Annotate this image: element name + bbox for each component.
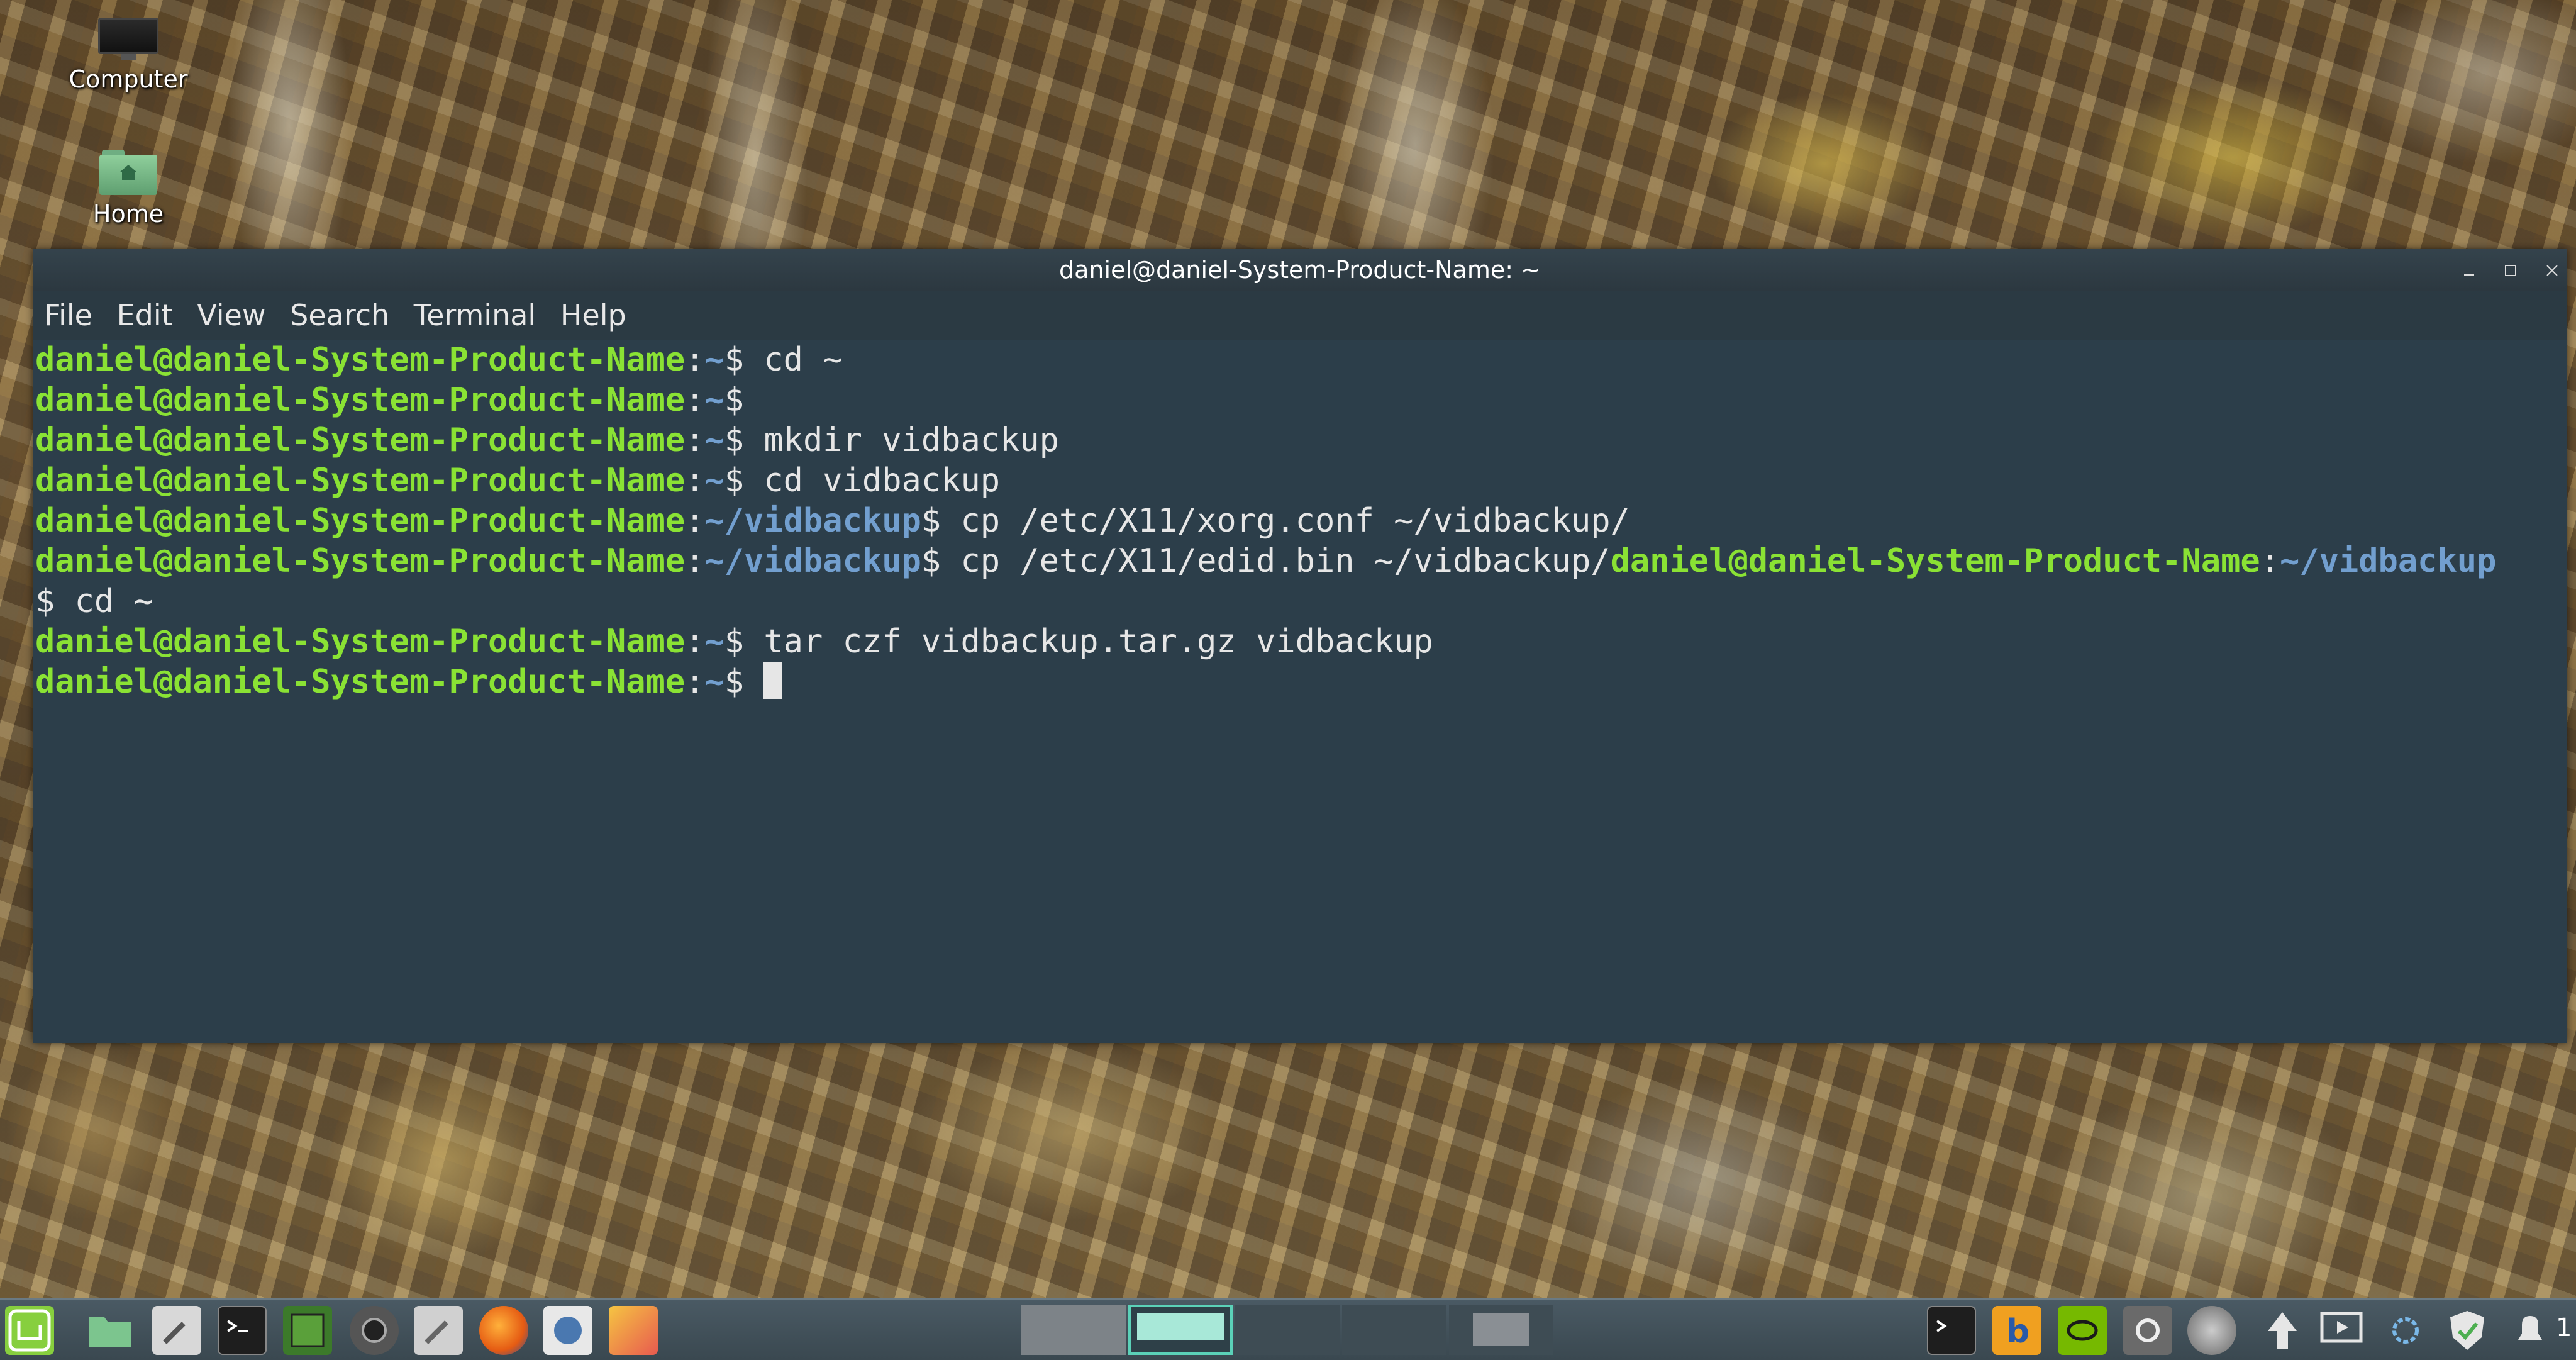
minimize-icon bbox=[2464, 274, 2474, 276]
workspace-5-button[interactable] bbox=[1449, 1305, 1553, 1355]
firefox-icon[interactable] bbox=[479, 1306, 528, 1355]
camera-icon[interactable] bbox=[350, 1306, 399, 1355]
close-icon bbox=[2546, 265, 2558, 276]
mail-icon[interactable] bbox=[543, 1306, 592, 1355]
terminal-line: daniel@daniel-System-Product-Name:~$ mkd… bbox=[35, 421, 1059, 459]
shield-check-icon[interactable] bbox=[2443, 1306, 2492, 1355]
terminal-line: daniel@daniel-System-Product-Name:~/vidb… bbox=[35, 542, 2497, 580]
terminal-line: daniel@daniel-System-Product-Name:~$ cd … bbox=[35, 341, 843, 379]
text-cursor bbox=[763, 662, 783, 699]
nvidia-icon[interactable] bbox=[2058, 1306, 2107, 1355]
menu-edit[interactable]: Edit bbox=[109, 291, 180, 340]
system-monitor-icon[interactable] bbox=[283, 1306, 332, 1355]
desktop-icon-home[interactable]: Home bbox=[65, 150, 191, 228]
svg-text:b: b bbox=[2006, 1313, 2029, 1351]
notification-count: 1 bbox=[2556, 1313, 2572, 1342]
terminal-line: daniel@daniel-System-Product-Name:~$ bbox=[35, 381, 764, 419]
color-app-icon[interactable] bbox=[609, 1306, 658, 1355]
terminal-line: daniel@daniel-System-Product-Name:~/vidb… bbox=[35, 502, 1630, 540]
close-button[interactable] bbox=[2533, 249, 2571, 291]
files-icon[interactable] bbox=[86, 1306, 135, 1355]
workspace-4-button[interactable] bbox=[1342, 1305, 1446, 1355]
desktop-icon-computer[interactable]: Computer bbox=[65, 18, 191, 93]
home-folder-icon bbox=[99, 150, 157, 195]
desktop-icon-label: Home bbox=[92, 200, 164, 228]
terminal-icon[interactable] bbox=[218, 1306, 267, 1355]
menu-file[interactable]: File bbox=[36, 291, 100, 340]
menu-bar: File Edit View Search Terminal Help bbox=[33, 291, 2567, 340]
settings-tray-icon[interactable] bbox=[2123, 1306, 2172, 1355]
update-arrow-icon[interactable] bbox=[2258, 1306, 2307, 1355]
terminal-line: daniel@daniel-System-Product-Name:~$ tar… bbox=[35, 623, 1433, 660]
maximize-button[interactable] bbox=[2492, 249, 2529, 291]
taskbar: b 1 bbox=[0, 1298, 2576, 1360]
terminal-window[interactable]: daniel@daniel-System-Product-Name: ~ Fil… bbox=[33, 249, 2567, 1043]
terminal-line: daniel@daniel-System-Product-Name:~$ cd … bbox=[35, 462, 1001, 499]
menu-view[interactable]: View bbox=[189, 291, 273, 340]
tools-icon[interactable] bbox=[414, 1306, 463, 1355]
terminal-tray-icon[interactable] bbox=[1927, 1306, 1976, 1355]
window-title: daniel@daniel-System-Product-Name: ~ bbox=[1059, 256, 1541, 284]
bluetooth-icon[interactable]: b bbox=[1992, 1306, 2041, 1355]
window-titlebar[interactable]: daniel@daniel-System-Product-Name: ~ bbox=[33, 249, 2567, 291]
menu-help[interactable]: Help bbox=[553, 291, 634, 340]
settings-tool-icon[interactable] bbox=[152, 1306, 201, 1355]
terminal-line: $ cd ~ bbox=[35, 582, 153, 620]
menu-search[interactable]: Search bbox=[282, 291, 397, 340]
workspace-2-button[interactable] bbox=[1128, 1305, 1233, 1355]
workspace-1-button[interactable] bbox=[1021, 1305, 1126, 1355]
minimize-button[interactable] bbox=[2450, 249, 2488, 291]
menu-terminal[interactable]: Terminal bbox=[406, 291, 543, 340]
terminal-output[interactable]: daniel@daniel-System-Product-Name:~$ cd … bbox=[33, 340, 2567, 1043]
maximize-icon bbox=[2505, 265, 2516, 276]
network-pro-icon[interactable] bbox=[2187, 1306, 2236, 1355]
desktop-icon-label: Computer bbox=[69, 65, 188, 93]
network-gear-icon[interactable] bbox=[2381, 1306, 2430, 1355]
screen-icon[interactable] bbox=[2317, 1306, 2366, 1355]
workspace-3-button[interactable] bbox=[1235, 1305, 1340, 1355]
mint-menu-icon[interactable] bbox=[5, 1306, 54, 1355]
terminal-line: daniel@daniel-System-Product-Name:~$ bbox=[35, 662, 783, 701]
computer-icon bbox=[98, 18, 158, 60]
notification-bell-icon[interactable] bbox=[2506, 1306, 2555, 1355]
